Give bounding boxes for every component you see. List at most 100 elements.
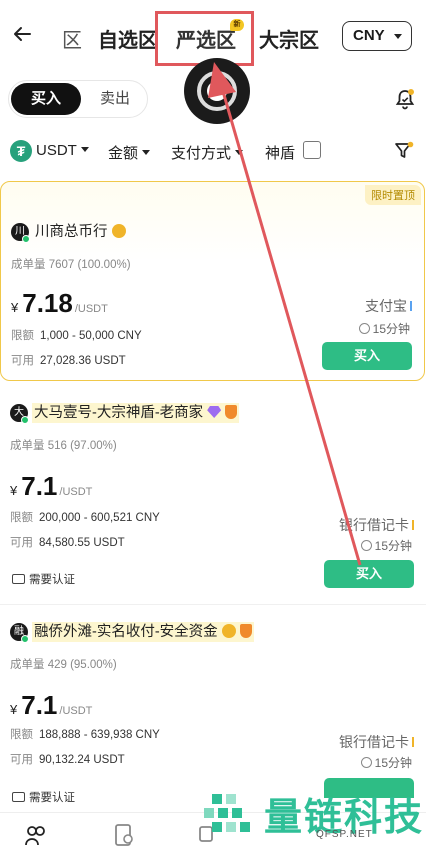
payment-filter[interactable]: 支付方式 <box>171 142 244 163</box>
id-card-icon <box>12 574 25 584</box>
merchant-name: 川商总币行 <box>33 222 128 242</box>
coin-filter-label: USDT <box>36 142 77 159</box>
shield-filter-label: 神盾 <box>265 145 296 162</box>
coin-filter[interactable]: USDT <box>36 142 89 159</box>
available-value: 84,580.55 USDT <box>39 537 125 549</box>
online-status-dot <box>22 235 30 243</box>
available-label: 可用 <box>10 754 33 766</box>
price-unit: /USDT <box>59 705 93 717</box>
caret-down-icon <box>80 147 89 152</box>
currency-select[interactable]: CNY <box>342 21 412 51</box>
back-arrow-icon[interactable] <box>10 22 34 46</box>
verification-required: 需要认证 <box>12 571 75 587</box>
order-stats: 成单量 7607 (100.00%) <box>11 259 131 271</box>
floating-record-button[interactable] <box>184 58 250 124</box>
gold-badge-icon <box>111 224 126 238</box>
payment-method: 银行借记卡 <box>339 515 414 535</box>
users-icon[interactable] <box>24 823 48 846</box>
annotation-highlight-box <box>155 11 254 66</box>
payment-filter-label: 支付方式 <box>171 145 232 162</box>
amount-filter[interactable]: 金额 <box>108 142 151 163</box>
payment-time-text: 15分钟 <box>372 322 410 336</box>
offer-card: 融 融侨外滩-实名收付-安全资金 成单量 429 (95.00%) ¥7.1/U… <box>0 612 426 812</box>
sell-tab[interactable]: 卖出 <box>87 83 143 115</box>
price-unit: /USDT <box>74 303 108 315</box>
limit-label: 限额 <box>10 729 33 741</box>
caret-down-icon <box>235 150 244 155</box>
watermark-logo: 量链科技 QFSP.NET <box>204 786 424 842</box>
order-stats: 成单量 429 (95.00%) <box>10 659 117 671</box>
available-label: 可用 <box>11 355 34 367</box>
promo-tag: 限时置顶 <box>365 185 421 205</box>
online-status-dot <box>21 635 29 643</box>
online-status-dot <box>21 416 29 424</box>
payment-time: 15分钟 <box>358 320 410 337</box>
clock-icon <box>360 540 372 551</box>
limit-row: 限额 200,000 - 600,521 CNY <box>10 509 160 525</box>
id-card-icon <box>12 792 25 802</box>
price-value: 7.1 <box>21 690 58 720</box>
payment-method-label: 支付宝 <box>365 298 407 314</box>
shield-badge-icon <box>225 405 238 419</box>
payment-time: 15分钟 <box>360 537 412 554</box>
verification-text: 需要认证 <box>29 574 75 586</box>
limit-row: 限额 1,000 - 50,000 CNY <box>11 327 142 343</box>
diamond-badge-icon <box>207 406 222 418</box>
tab-watchlist[interactable]: 自选区 <box>98 24 158 53</box>
price: ¥7.1/USDT <box>10 471 92 502</box>
payment-color-bar <box>412 520 414 530</box>
tab-bulk[interactable]: 大宗区 <box>259 24 319 53</box>
gold-badge-icon <box>221 624 236 638</box>
limit-value: 200,000 - 600,521 CNY <box>39 512 160 524</box>
amount-filter-label: 金额 <box>108 145 139 162</box>
payment-color-bar <box>412 737 414 747</box>
payment-method: 银行借记卡 <box>339 732 414 752</box>
price: ¥7.18/USDT <box>11 288 108 319</box>
filter-bar: ₮ USDT 金额 支付方式 神盾 <box>0 136 426 168</box>
limit-value: 1,000 - 50,000 CNY <box>40 330 142 342</box>
buy-button[interactable]: 买入 <box>324 560 414 588</box>
payment-time: 15分钟 <box>360 754 412 771</box>
available-row: 可用 90,132.24 USDT <box>10 751 125 767</box>
payment-time-text: 15分钟 <box>374 539 412 553</box>
buy-button[interactable]: 买入 <box>322 342 412 370</box>
available-value: 90,132.24 USDT <box>39 754 125 766</box>
merchant-name-text: 大马壹号-大宗神盾-老商家 <box>34 405 204 421</box>
verification-text: 需要认证 <box>29 792 75 804</box>
watermark-subtitle: QFSP.NET <box>316 829 373 840</box>
caret-down-icon <box>142 150 151 155</box>
clock-icon <box>358 323 370 334</box>
divider <box>0 604 426 605</box>
payment-method-label: 银行借记卡 <box>339 517 409 533</box>
shield-badge-icon <box>239 624 252 638</box>
price-value: 7.18 <box>22 288 73 318</box>
filter-funnel-icon[interactable] <box>394 141 414 161</box>
price: ¥7.1/USDT <box>10 690 92 721</box>
limit-row: 限额 188,888 - 639,938 CNY <box>10 726 160 742</box>
price-unit: /USDT <box>59 486 93 498</box>
payment-method: 支付宝 <box>365 296 412 316</box>
currency-symbol: ¥ <box>10 702 18 717</box>
tab-partial[interactable]: 区 <box>62 24 82 53</box>
merchant-name-text: 川商总币行 <box>35 224 108 240</box>
offer-card: 大 大马壹号-大宗神盾-老商家 成单量 516 (97.00%) ¥7.1/US… <box>0 393 426 603</box>
bell-icon[interactable] <box>394 88 416 110</box>
shield-checkbox[interactable] <box>303 141 321 159</box>
buy-sell-toggle: 买入 卖出 <box>8 80 148 118</box>
buy-tab[interactable]: 买入 <box>11 83 81 115</box>
offer-card-featured: 限时置顶 川 川商总币行 成单量 7607 (100.00%) ¥7.18/US… <box>0 181 425 381</box>
merchant-name: 大马壹号-大宗神盾-老商家 <box>32 403 240 423</box>
available-label: 可用 <box>10 537 33 549</box>
currency-symbol: ¥ <box>11 300 19 315</box>
verification-required: 需要认证 <box>12 789 75 805</box>
available-value: 27,028.36 USDT <box>40 355 126 367</box>
payment-time-text: 15分钟 <box>374 756 412 770</box>
record-dot <box>207 81 227 101</box>
caret-down-icon <box>394 34 402 39</box>
price-value: 7.1 <box>21 471 58 501</box>
payment-color-bar <box>410 301 412 311</box>
available-row: 可用 27,028.36 USDT <box>11 352 126 368</box>
order-stats: 成单量 516 (97.00%) <box>10 440 117 452</box>
orders-icon[interactable] <box>112 823 136 846</box>
currency-symbol: ¥ <box>10 483 18 498</box>
